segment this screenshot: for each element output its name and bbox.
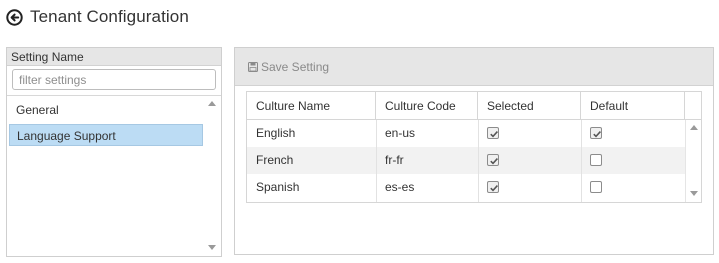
selected-checkbox[interactable] bbox=[487, 127, 499, 139]
cell-culture-code: es-es bbox=[385, 180, 415, 194]
cell-culture-name: English bbox=[256, 126, 296, 140]
culture-grid: Culture Name Culture Code Selected Defau… bbox=[246, 91, 702, 203]
column-header-default[interactable]: Default bbox=[581, 92, 685, 120]
save-setting-button[interactable]: Save Setting bbox=[248, 60, 329, 74]
table-row[interactable]: Spanish es-es bbox=[247, 174, 685, 201]
cell-culture-code: fr-fr bbox=[385, 153, 404, 167]
scroll-up-arrow-icon[interactable] bbox=[208, 101, 216, 106]
filter-wrap bbox=[7, 66, 221, 94]
table-row[interactable]: French fr-fr bbox=[247, 147, 685, 174]
cell-culture-name: Spanish bbox=[256, 180, 300, 194]
scroll-down-arrow-icon[interactable] bbox=[690, 191, 698, 196]
grid-header-row: Culture Name Culture Code Selected Defau… bbox=[247, 92, 701, 120]
settings-item-label: General bbox=[16, 103, 59, 117]
table-row[interactable]: English en-us bbox=[247, 120, 685, 147]
detail-toolbar: Save Setting bbox=[235, 48, 713, 86]
settings-list-header: Setting Name bbox=[7, 48, 221, 66]
settings-list-panel: Setting Name General Language Support bbox=[6, 47, 222, 257]
column-header-culture-name[interactable]: Culture Name bbox=[247, 92, 376, 120]
settings-list: General Language Support bbox=[7, 95, 221, 256]
settings-item-general[interactable]: General bbox=[9, 99, 203, 121]
cell-culture-code: en-us bbox=[385, 126, 416, 140]
column-divider bbox=[478, 120, 479, 202]
column-divider bbox=[581, 120, 582, 202]
scroll-up-arrow-icon[interactable] bbox=[690, 125, 698, 130]
grid-scrollbar[interactable] bbox=[685, 120, 701, 202]
scroll-down-arrow-icon[interactable] bbox=[208, 245, 216, 250]
column-header-selected[interactable]: Selected bbox=[478, 92, 581, 120]
default-checkbox[interactable] bbox=[590, 154, 602, 166]
selected-checkbox[interactable] bbox=[487, 154, 499, 166]
floppy-disk-icon bbox=[248, 61, 258, 72]
circle-arrow-left-icon[interactable] bbox=[6, 8, 23, 26]
default-checkbox[interactable] bbox=[590, 181, 602, 193]
page-title: Tenant Configuration bbox=[30, 7, 189, 26]
settings-item-language-support[interactable]: Language Support bbox=[9, 124, 203, 146]
save-setting-label: Save Setting bbox=[261, 59, 330, 74]
settings-item-label: Language Support bbox=[17, 129, 116, 143]
column-divider bbox=[376, 120, 377, 202]
setting-detail-panel: Save Setting Culture Name Culture Code S… bbox=[234, 47, 714, 255]
cell-culture-name: French bbox=[256, 153, 294, 167]
column-header-spacer bbox=[685, 92, 703, 120]
settings-list-scrollbar[interactable] bbox=[205, 96, 220, 256]
selected-checkbox[interactable] bbox=[487, 181, 499, 193]
column-header-culture-code[interactable]: Culture Code bbox=[376, 92, 478, 120]
default-checkbox[interactable] bbox=[590, 127, 602, 139]
filter-settings-input[interactable] bbox=[12, 69, 216, 90]
page-header: Tenant Configuration bbox=[6, 6, 189, 28]
